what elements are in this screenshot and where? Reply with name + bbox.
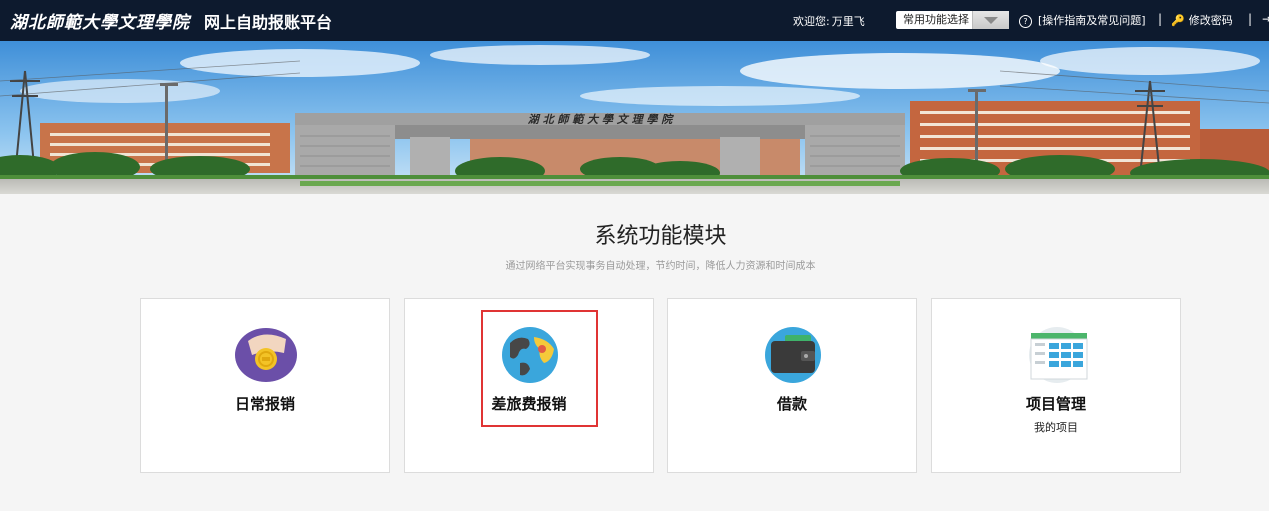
wallet-icon — [765, 327, 821, 383]
module-card-loan[interactable]: 借款 — [667, 298, 917, 473]
module-card-daily-reimbursement[interactable]: 日常报销 — [140, 298, 390, 473]
section-subtitle: 通过网络平台实现事务自动处理，节约时间，降低人力资源和时间成本 — [505, 261, 816, 272]
globe-icon — [502, 327, 558, 383]
platform-title: 网上自助报账平台 — [204, 13, 333, 32]
section-title: 系统功能模块 — [594, 224, 727, 249]
coin-hand-icon — [235, 328, 297, 382]
welcome-label: 欢迎您: — [793, 15, 830, 28]
campus-banner: 湖 北 師 範 大 學 文 理 學 院 — [0, 41, 1269, 194]
help-guide-link[interactable]: ? [操作指南及常见问题] — [1019, 12, 1146, 28]
logout-icon[interactable]: ⇥ — [1262, 12, 1269, 26]
separator: | — [1248, 12, 1253, 26]
module-card-project-management[interactable]: 项目管理 我的项目 — [931, 298, 1181, 473]
question-icon: ? — [1019, 14, 1032, 28]
module-label: 借款 — [776, 395, 807, 413]
my-projects-link[interactable]: 我的项目 — [932, 419, 1180, 435]
separator: | — [1158, 12, 1163, 26]
module-card-travel-reimbursement[interactable]: 差旅费报销 — [404, 298, 654, 473]
module-label: 日常报销 — [234, 395, 295, 413]
spreadsheet-icon — [1029, 327, 1088, 383]
chevron-down-icon[interactable] — [972, 11, 1009, 29]
function-select-value: 常用功能选择 — [903, 13, 969, 26]
campus-gate-image: 湖 北 師 範 大 學 文 理 學 院 — [0, 41, 1269, 194]
function-select-dropdown[interactable]: 常用功能选择 — [896, 11, 1009, 29]
welcome-text: 欢迎您: 万里飞 — [791, 13, 865, 29]
user-name: 万里飞 — [831, 15, 865, 28]
gate-inscription: 湖 北 師 範 大 學 文 理 學 院 — [528, 113, 674, 126]
change-password-label: 修改密码 — [1188, 14, 1233, 27]
module-label: 项目管理 — [1025, 395, 1086, 413]
school-logo: 湖北師範大學文理學院 — [10, 13, 190, 33]
module-label: 差旅费报销 — [491, 395, 567, 413]
change-password-link[interactable]: 🔑 修改密码 — [1171, 12, 1233, 28]
key-icon: 🔑 — [1171, 14, 1185, 27]
help-guide-label: [操作指南及常见问题] — [1038, 14, 1146, 27]
top-bar: 湖北師範大學文理學院 网上自助报账平台 欢迎您: 万里飞 常用功能选择 ? [操作指… — [0, 0, 1269, 41]
